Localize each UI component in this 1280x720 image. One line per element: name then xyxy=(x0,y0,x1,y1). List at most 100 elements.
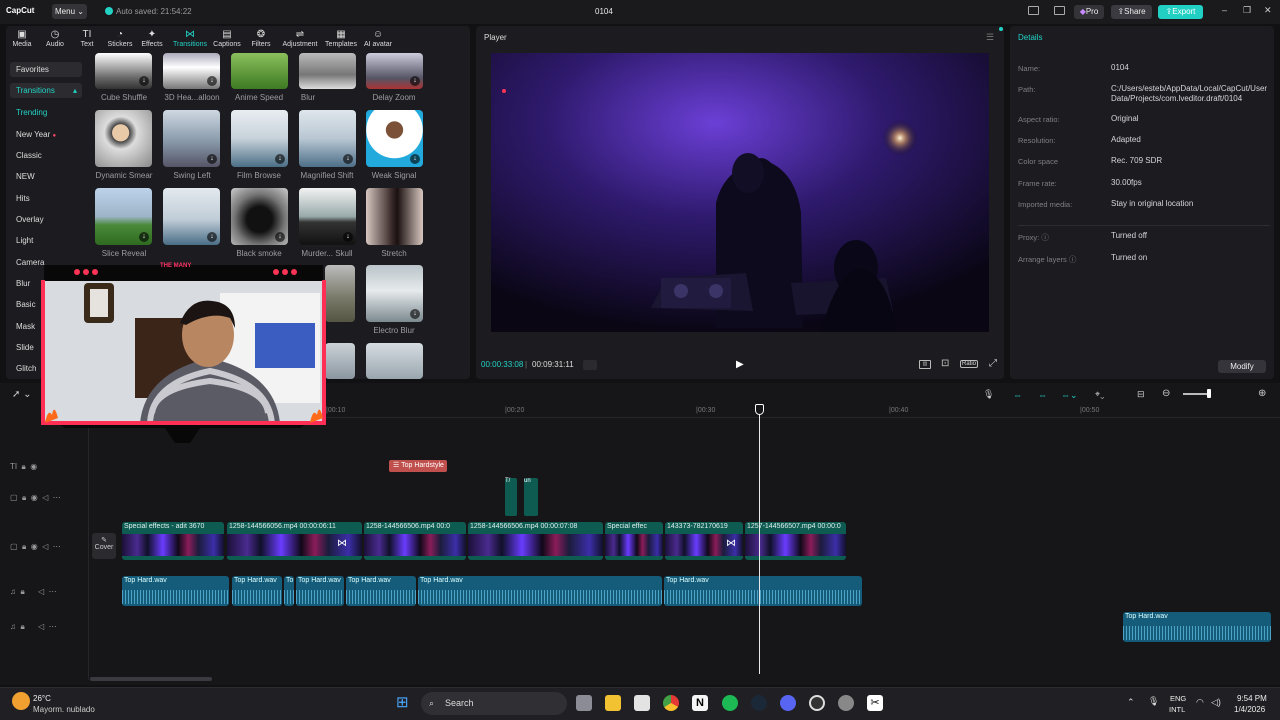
video-preview[interactable] xyxy=(491,53,989,332)
timecode-toggle[interactable] xyxy=(583,360,597,370)
transition-marker-icon[interactable]: ⋈ xyxy=(337,538,347,549)
audio-clip[interactable]: Top Hard.wav xyxy=(296,576,344,606)
tab-templates[interactable]: ▦ Templates xyxy=(323,29,359,48)
chevron-up-icon[interactable]: ⌃ xyxy=(1127,697,1135,708)
overlay-clip[interactable]: T/ xyxy=(505,478,517,516)
windows-start-icon[interactable]: ⊞ xyxy=(396,695,409,710)
video-clip[interactable]: 1258-144566506.mp4 00:0 xyxy=(364,522,466,560)
chrome-icon[interactable] xyxy=(663,695,679,711)
weather-desc[interactable]: Mayorm. nublado xyxy=(33,705,95,714)
zoom-fit-icon[interactable]: ⊡ xyxy=(941,358,949,369)
sidebar-item-light[interactable]: Light xyxy=(16,236,33,245)
sidebar-item-classic[interactable]: Classic xyxy=(16,151,42,160)
sidebar-favorites[interactable]: Favorites xyxy=(10,62,82,77)
video-clip[interactable]: Special effec xyxy=(605,522,663,560)
sidebar-item-hits[interactable]: Hits xyxy=(16,194,30,203)
magnet-icon[interactable]: ⇔ xyxy=(1038,390,1047,400)
zoom-in-icon[interactable]: ⊕ xyxy=(1258,388,1266,399)
sidebar-item-blur[interactable]: Blur xyxy=(16,279,30,288)
discord-icon[interactable] xyxy=(780,695,796,711)
pro-button[interactable]: ◆Pro xyxy=(1074,5,1104,19)
sidebar-item-trending[interactable]: Trending xyxy=(16,108,47,117)
transition-thumb[interactable] xyxy=(366,188,423,245)
tab-captions[interactable]: ▤ Captions xyxy=(210,29,244,48)
microphone-tray-icon[interactable]: 🎙 xyxy=(1148,696,1159,707)
transition-thumb[interactable] xyxy=(325,343,355,379)
audio-clip[interactable]: To xyxy=(284,576,294,606)
playhead[interactable] xyxy=(759,406,760,674)
fullscreen-quality-icon[interactable]: ▥ xyxy=(919,360,931,369)
tab-adjustment[interactable]: ⇌ Adjustment xyxy=(280,29,320,48)
transition-thumb[interactable] xyxy=(325,265,355,322)
tab-filters[interactable]: ❂ Filters xyxy=(244,29,278,48)
preview-axis-icon[interactable]: ⌖⌄ xyxy=(1095,389,1104,400)
zoom-out-icon[interactable]: ⊖ xyxy=(1162,388,1170,399)
play-button[interactable]: ▶ xyxy=(736,359,744,370)
menu-button[interactable]: Menu ⌄ xyxy=(52,4,87,19)
transition-thumb[interactable]: ↓ xyxy=(366,110,423,167)
language-indicator[interactable]: ENG xyxy=(1170,694,1186,703)
keyboard-layout[interactable]: INTL xyxy=(1169,705,1185,714)
fit-icon[interactable]: ⊟ xyxy=(1137,389,1145,400)
transition-thumb[interactable]: ↓ xyxy=(95,53,152,89)
minimize-icon[interactable]: – xyxy=(1222,5,1227,15)
transition-thumb[interactable]: ↓ xyxy=(299,188,356,245)
video-clip[interactable]: 1257-144566507.mp4 00:00:0 xyxy=(745,522,846,560)
transition-thumb[interactable]: ↓ xyxy=(95,188,152,245)
transition-thumb[interactable]: ↓ xyxy=(163,110,220,167)
transition-thumb[interactable]: ↓ xyxy=(163,188,220,245)
zoom-slider-handle[interactable] xyxy=(1207,389,1211,398)
notion-icon[interactable]: N xyxy=(692,695,708,711)
tab-text[interactable]: TI Text xyxy=(70,29,104,48)
transition-thumb[interactable] xyxy=(299,53,356,89)
settings-icon[interactable] xyxy=(838,695,854,711)
transition-thumb[interactable]: ↓ xyxy=(366,265,423,322)
expand-icon[interactable]: ⤢ xyxy=(989,358,997,369)
wifi-icon[interactable]: ◠ xyxy=(1196,697,1204,708)
overlay-clip[interactable]: un xyxy=(524,478,538,516)
playhead-handle[interactable] xyxy=(755,404,764,415)
export-button[interactable]: ⇪Export xyxy=(1158,5,1203,19)
ratio-button[interactable]: Ratio xyxy=(960,360,979,368)
transition-thumb[interactable]: ↓ xyxy=(366,53,423,89)
obs-icon[interactable] xyxy=(809,695,825,711)
sidebar-transitions[interactable]: Transitions ▴ xyxy=(10,83,82,98)
transition-thumb[interactable]: ↓ xyxy=(299,110,356,167)
audio-clip[interactable]: Top Hard.wav xyxy=(346,576,416,606)
transition-thumb[interactable] xyxy=(231,53,288,89)
maximize-icon[interactable]: ❐ xyxy=(1243,5,1251,16)
transition-thumb[interactable] xyxy=(95,110,152,167)
weather-temp[interactable]: 26°C xyxy=(33,694,51,703)
spotify-icon[interactable] xyxy=(722,695,738,711)
clock-time[interactable]: 9:54 PM xyxy=(1237,694,1267,703)
clock-date[interactable]: 1/4/2026 xyxy=(1234,705,1265,714)
transition-thumb[interactable]: ↓ xyxy=(163,53,220,89)
volume-icon[interactable]: ◁) xyxy=(1211,697,1221,708)
cover-button[interactable]: ✎ Cover xyxy=(92,533,116,559)
weather-icon[interactable] xyxy=(12,692,30,710)
timeline-scrollbar[interactable] xyxy=(90,677,212,681)
tab-transitions[interactable]: ⋈ Transitions xyxy=(168,29,212,48)
steam-icon[interactable] xyxy=(751,695,767,711)
link-icon[interactable]: ⇔ xyxy=(1013,390,1022,400)
sidebar-item-glitch[interactable]: Glitch xyxy=(16,364,36,373)
transition-thumb[interactable]: ↓ xyxy=(231,188,288,245)
sidebar-item-basic[interactable]: Basic xyxy=(16,300,36,309)
sidebar-item-new[interactable]: NEW xyxy=(16,172,35,181)
taskbar-search[interactable]: ⌕ Search xyxy=(421,692,567,715)
file-explorer-icon[interactable] xyxy=(605,695,621,711)
microphone-icon[interactable]: 🎙 xyxy=(983,389,994,400)
audio-clip[interactable]: Top Hard.wav xyxy=(122,576,229,606)
audio-clip[interactable]: Top Hard.wav xyxy=(418,576,662,606)
audio-clip[interactable]: Top Hard.wav xyxy=(232,576,282,606)
tab-ai-avatar[interactable]: ☺ AI avatar xyxy=(360,29,396,48)
share-button[interactable]: ⇪Share xyxy=(1111,5,1152,19)
store-icon[interactable] xyxy=(634,695,650,711)
video-clip[interactable]: 1258-144566506.mp4 00:00:07:08 xyxy=(468,522,603,560)
sidebar-item-overlay[interactable]: Overlay xyxy=(16,215,44,224)
tab-audio[interactable]: ◷ Audio xyxy=(38,29,72,48)
capcut-taskbar-icon[interactable]: ✂ xyxy=(867,695,883,711)
player-menu-icon[interactable]: ☰ xyxy=(986,32,994,43)
close-icon[interactable]: ✕ xyxy=(1264,5,1272,16)
sidebar-item-slide[interactable]: Slide xyxy=(16,343,34,352)
